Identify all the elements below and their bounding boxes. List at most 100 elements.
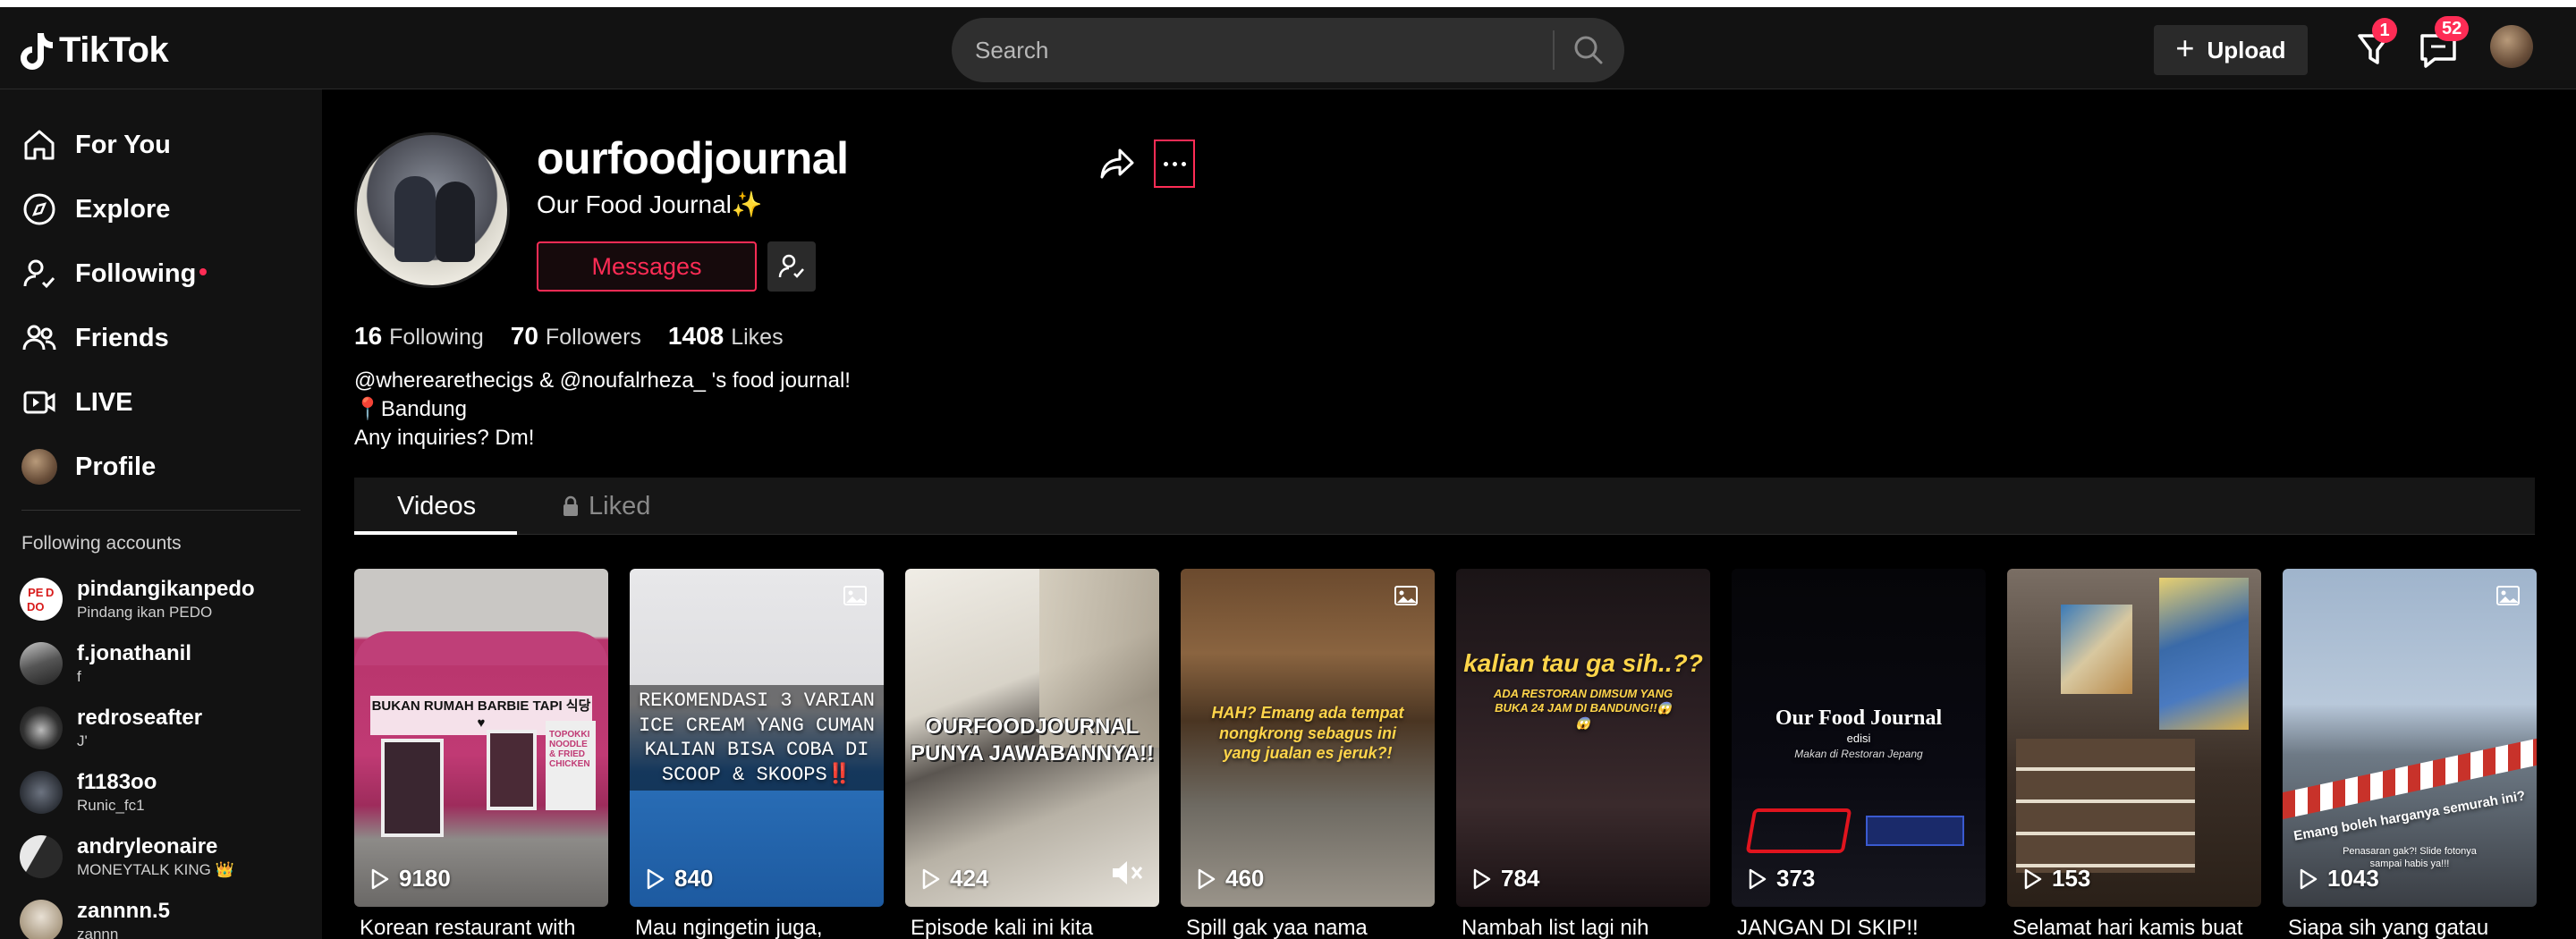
live-icon [23,391,55,414]
user-check-icon [778,254,804,278]
video-overlay-text: HAH? Emang ada tempat nongkrong sebagus … [1211,704,1404,762]
sidebar-divider [21,510,301,511]
play-icon [1473,868,1491,889]
account-name: andryleonaire [77,834,218,859]
photo-carousel-icon [1394,586,1418,605]
nav-explore[interactable]: Explore [21,182,170,236]
profile-nickname: Our Food Journal✨ [537,190,763,218]
tiktok-note-icon [21,32,53,70]
video-overlay-subtext: Makan di Restoran Jepang [1794,748,1923,760]
nav-label: Following [75,259,208,289]
account-item[interactable]: f.jonathanil f [20,637,191,690]
account-item[interactable]: zannnn.5 zannn [20,894,170,939]
view-count: 373 [1748,865,1815,892]
video-card[interactable]: HAH? Emang ada tempat nongkrong sebagus … [1181,569,1435,907]
account-nickname: MONEYTALK KING 👑 [77,861,234,878]
video-caption[interactable]: Mau ngingetin juga, [635,916,889,939]
nav-friends[interactable]: Friends [21,311,169,365]
view-count: 784 [1472,865,1539,892]
mute-icon[interactable] [1109,859,1145,887]
video-overlay-text: REKOMENDASI 3 VARIAN ICE CREAM YANG CUMA… [630,685,884,791]
inbox-badge: 1 [2372,18,2397,43]
likes-stat: 1408 Likes [667,322,784,350]
share-icon[interactable] [1097,143,1138,184]
profile-stats: 16 Following 70 Followers 1408 Likes [354,322,784,351]
video-card[interactable]: REKOMENDASI 3 VARIAN ICE CREAM YANG CUMA… [630,569,884,907]
video-caption[interactable]: JANGAN DI SKIP!! [1737,916,1991,939]
avatar [20,642,63,685]
home-icon [24,130,55,160]
photo-carousel-icon [2496,586,2520,605]
nav-profile[interactable]: Profile [21,440,156,494]
account-name: f1183oo [77,770,157,794]
view-count: 1043 [2299,865,2379,892]
nav-label: Explore [75,194,171,224]
video-caption[interactable]: Nambah list lagi nih [1462,916,1716,939]
video-overlay-text: kalian tau ga sih..?? [1463,649,1703,677]
play-icon [922,868,940,889]
video-caption[interactable]: Korean restaurant with [360,916,614,939]
view-count: 9180 [370,865,451,892]
lock-icon [564,495,578,516]
nav-label: For You [75,130,171,159]
video-card[interactable]: BUKAN RUMAH BARBIE TAPI 식당 ♥ TOPOKKI NOOD… [354,569,608,907]
search-icon[interactable] [1572,34,1605,66]
search-input[interactable] [975,36,1547,64]
following-icon [23,259,55,289]
account-item[interactable]: f1183oo Runic_fc1 [20,766,157,819]
video-card[interactable]: kalian tau ga sih..?? ADA RESTORAN DIMSU… [1456,569,1710,907]
bio-line: @wherearethecigs & @noufalrheza_ 's food… [354,368,851,393]
account-nickname: zannn [77,926,119,939]
video-card[interactable]: Our Food Journal edisi Makan di Restoran… [1732,569,1986,907]
following-status-button[interactable] [767,241,816,292]
profile-avatar[interactable] [354,132,510,288]
video-caption[interactable]: Selamat hari kamis buat [2012,916,2267,939]
view-count: 153 [2023,865,2090,892]
account-item[interactable]: PE D DO pindangikanpedo Pindang ikan PEDO [20,572,255,626]
nav-following[interactable]: Following [21,247,208,300]
view-count: 840 [646,865,713,892]
video-card[interactable]: OURFOODJOURNAL PUNYA JAWABANNYA!! 424 [905,569,1159,907]
avatar [20,771,63,814]
video-caption[interactable]: Siapa sih yang gatau [2288,916,2542,939]
followers-stat[interactable]: 70 Followers [511,322,641,351]
user-avatar[interactable] [2490,25,2533,68]
nav-label: Profile [75,452,157,481]
profile-username: ourfoodjournal [537,133,849,183]
video-caption[interactable]: Spill gak yaa nama [1186,916,1440,939]
avatar: PE D DO [20,578,63,621]
video-overlay-text: Our Food Journal [1775,706,1943,730]
nav-for-you[interactable]: For You [21,118,171,172]
neon-sign [1745,808,1852,853]
plus-icon: + [2175,30,2195,66]
account-name: pindangikanpedo [77,577,255,601]
tiktok-logo[interactable]: TikTok [20,30,169,71]
tab-videos[interactable]: Videos [397,478,476,535]
messages-button[interactable]: Messages [537,241,757,292]
bio-line: 📍Bandung [354,397,467,421]
account-name: f.jonathanil [77,641,191,665]
video-card[interactable]: Emang boleh harganya semurah ini? Penasa… [2283,569,2537,907]
top-header: TikTok + Upload 1 52 [0,7,2576,89]
upload-label: Upload [2207,36,2286,63]
tab-liked[interactable]: Liked [562,478,650,535]
video-caption[interactable]: Episode kali ini kita [911,916,1165,939]
account-item[interactable]: andryleonaire MONEYTALK KING 👑 [20,830,234,884]
more-options-icon[interactable] [1154,140,1195,188]
avatar [20,835,63,878]
profile-bio: @wherearethecigs & @noufalrheza_ 's food… [354,367,851,453]
upload-button[interactable]: + Upload [2154,25,2308,75]
account-item[interactable]: redroseafter J' [20,701,202,755]
play-icon [2300,868,2318,889]
nav-live[interactable]: LIVE [21,376,132,429]
following-stat[interactable]: 16 Following [354,322,484,351]
search-bar[interactable] [952,18,1624,82]
play-icon [1198,868,1216,889]
avatar [21,449,57,485]
account-name: redroseafter [77,706,203,730]
sidebar: For You Explore Following Friends LIVE P… [0,89,322,939]
play-icon [1749,868,1767,889]
video-card[interactable]: 153 [2007,569,2261,907]
video-overlay-text: OURFOODJOURNAL PUNYA JAWABANNYA!! [910,715,1155,766]
bio-line: Any inquiries? Dm! [354,426,535,450]
